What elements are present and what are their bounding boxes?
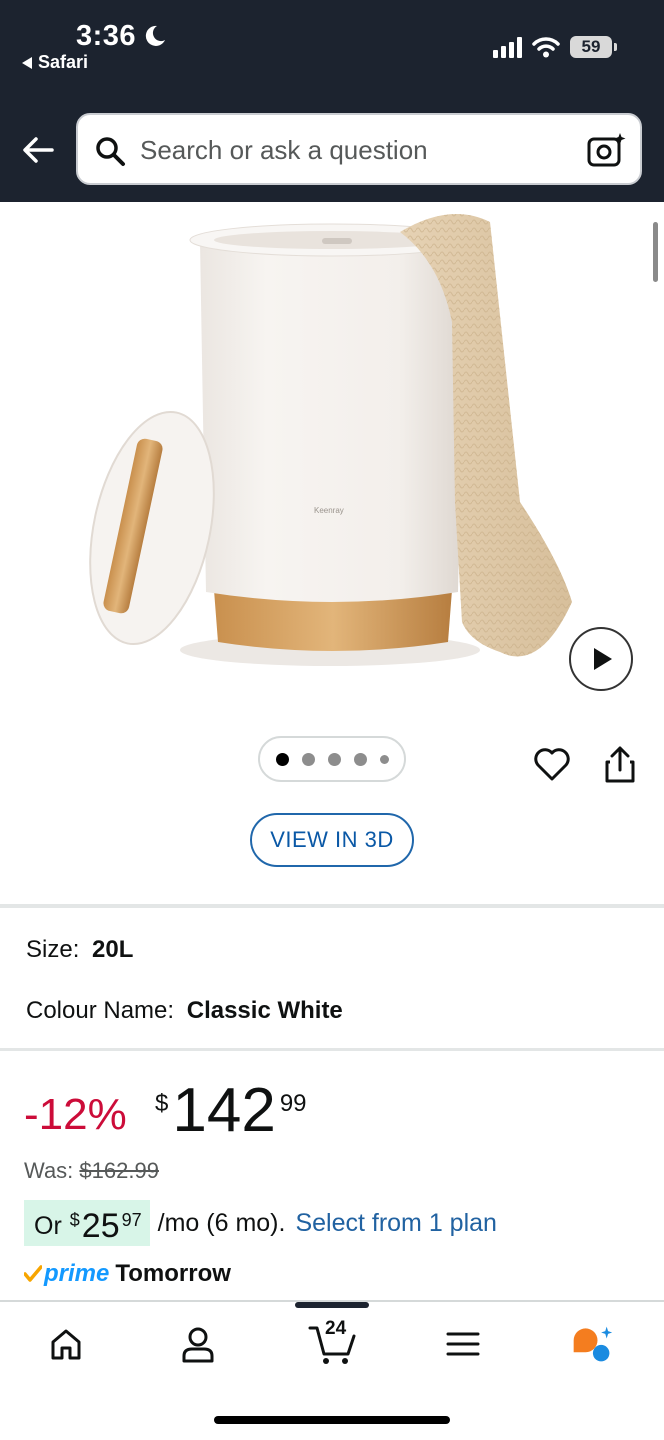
prime-check-icon (24, 1265, 42, 1282)
prime-label: prime (44, 1260, 110, 1287)
size-label: Size: (26, 936, 80, 963)
price-fraction: 99 (279, 1090, 307, 1117)
section-divider (0, 1048, 664, 1051)
image-gallery-dots[interactable] (258, 736, 406, 782)
section-divider (0, 904, 664, 908)
tab-rufus[interactable] (570, 1322, 614, 1366)
image-scroll-indicator (653, 222, 658, 282)
home-icon (51, 1329, 81, 1360)
gallery-dot[interactable] (301, 752, 315, 766)
installment-row: Or $ 25 97 /mo (6 mo). Select from 1 pla… (24, 1200, 497, 1246)
installment-whole: 25 (81, 1207, 120, 1245)
was-price: Was: $162.99 (24, 1158, 159, 1184)
back-triangle-icon (22, 56, 32, 69)
gallery-dot[interactable] (353, 752, 367, 766)
size-selector[interactable]: Size: 20L (26, 936, 133, 964)
camera-lens-icon[interactable] (586, 131, 626, 169)
was-label: Was: (24, 1158, 74, 1183)
gallery-dot[interactable] (275, 752, 289, 766)
current-price: $ 142 99 (155, 1080, 307, 1142)
back-arrow-icon[interactable] (20, 132, 56, 168)
top-header: 3:36 Safari 59 (0, 0, 664, 202)
installment-fraction: 97 (121, 1210, 142, 1230)
battery-icon: 59 (570, 36, 617, 58)
account-icon (182, 1327, 214, 1363)
delivery-day: Tomorrow (115, 1260, 231, 1287)
product-image[interactable]: Keenray (0, 202, 664, 702)
colour-selector[interactable]: Colour Name: Classic White (26, 997, 343, 1025)
select-plan-link[interactable]: Select from 1 plan (295, 1209, 497, 1238)
menu-icon (446, 1332, 480, 1356)
signal-icon (493, 36, 522, 58)
heart-icon[interactable] (532, 744, 572, 784)
back-app-label: Safari (38, 52, 89, 72)
price-currency: $ (155, 1090, 169, 1117)
wifi-icon (532, 37, 560, 58)
was-price-value: $162.99 (79, 1158, 159, 1183)
colour-label: Colour Name: (26, 997, 175, 1024)
view-in-3d-button[interactable]: VIEW IN 3D (250, 813, 414, 867)
tab-account[interactable] (176, 1322, 220, 1366)
tab-menu[interactable] (441, 1322, 485, 1366)
tab-home[interactable] (44, 1322, 88, 1366)
battery-level: 59 (581, 37, 601, 56)
installment-suffix: /mo (6 mo). (157, 1208, 286, 1237)
rufus-icon (573, 1326, 613, 1362)
share-icon[interactable] (600, 744, 640, 786)
gallery-dot[interactable] (327, 752, 341, 766)
cart-count-badge: 24 (325, 1318, 347, 1339)
status-icons: 59 (493, 36, 617, 58)
brand-logo: Keenray (314, 506, 344, 515)
colour-value: Classic White (186, 997, 343, 1024)
search-icon (96, 137, 125, 166)
active-tab-indicator (295, 1302, 369, 1308)
status-time: 3:36 (76, 20, 137, 52)
search-input[interactable] (140, 131, 560, 169)
installment-currency: $ (69, 1210, 80, 1230)
play-video-button[interactable] (569, 627, 633, 691)
installment-highlight: Or $ 25 97 (24, 1200, 150, 1246)
price-whole: 142 (172, 1076, 276, 1145)
moon-icon (145, 25, 165, 46)
towel-warmer-image: Keenray (89, 214, 572, 666)
home-indicator (214, 1416, 450, 1424)
prime-delivery: prime Tomorrow (24, 1260, 231, 1288)
back-to-app[interactable]: Safari (22, 52, 88, 73)
gallery-dot[interactable] (379, 754, 389, 764)
play-icon (594, 648, 612, 670)
size-value: 20L (92, 936, 134, 963)
installment-prefix: Or (34, 1212, 62, 1240)
discount-percentage: -12% (24, 1090, 127, 1139)
search-bar[interactable] (76, 113, 642, 185)
